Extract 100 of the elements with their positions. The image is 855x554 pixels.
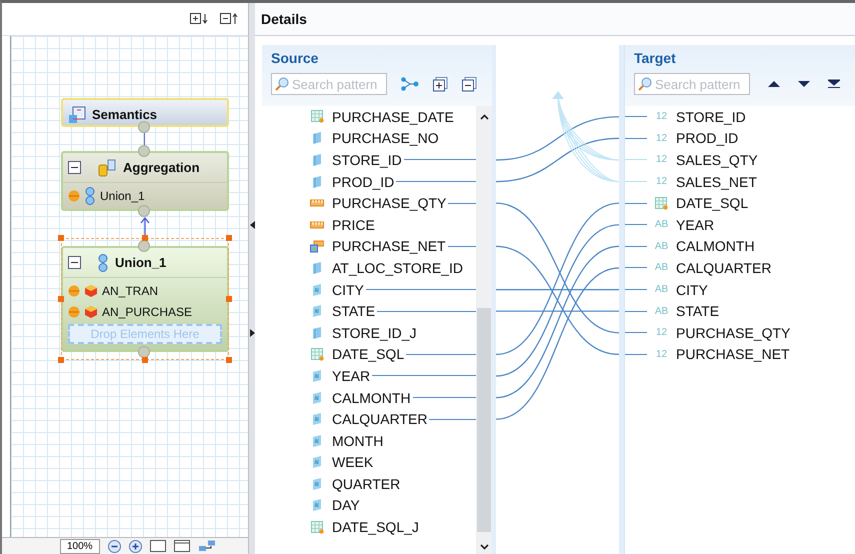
target-field[interactable]: PURCHASE_QTY (676, 324, 790, 341)
target-field[interactable]: SALES_NET (676, 174, 757, 190)
source-field[interactable]: STATE (332, 303, 376, 320)
data-type-label: AB (654, 219, 668, 230)
measure-icon (310, 199, 324, 208)
target-field[interactable]: STORE_ID (676, 108, 746, 125)
target-field[interactable]: PURCHASE_NET (676, 346, 790, 362)
source-field[interactable]: CALMONTH (332, 390, 411, 406)
input-port[interactable] (138, 145, 150, 157)
measure-icon (310, 220, 324, 229)
search-field[interactable]: Search pattern (271, 73, 387, 95)
source-field[interactable]: WEEK (332, 454, 374, 470)
source-field[interactable]: CITY (332, 282, 364, 298)
drop-arrow-icon (552, 91, 564, 99)
source-field[interactable]: DATE_SQL (332, 346, 404, 362)
connect-icon (401, 77, 419, 91)
cube-icon (84, 304, 98, 318)
source-field[interactable]: DATE_SQL_J (332, 519, 419, 536)
zoom-level-field[interactable]: 100% (60, 538, 100, 554)
union-icon (84, 186, 96, 204)
source-field[interactable]: PURCHASE_QTY (332, 195, 446, 212)
node-input-label[interactable]: AN_PURCHASE (102, 304, 192, 318)
calendar-icon (310, 348, 324, 361)
resize-handle[interactable] (226, 357, 232, 363)
source-field[interactable]: DAY (332, 497, 360, 514)
target-field[interactable]: STATE (676, 303, 720, 320)
target-field[interactable]: CALQUARTER (676, 260, 772, 276)
panel-title: Details (261, 11, 307, 27)
move-to-bottom-icon (828, 79, 840, 89)
output-port[interactable] (138, 205, 150, 217)
source-field[interactable]: QUARTER (332, 476, 400, 492)
expand-all-button[interactable] (433, 76, 448, 92)
mapping-line[interactable] (496, 116, 619, 161)
text-attribute-icon (311, 304, 323, 318)
resize-handle[interactable] (58, 357, 64, 363)
data-type-label: AB (654, 240, 668, 252)
source-field[interactable]: PURCHASE_NO (332, 130, 439, 146)
text-attribute-icon (311, 368, 323, 383)
output-port[interactable] (138, 121, 150, 133)
mapping-line[interactable] (496, 267, 619, 420)
calendar-icon (655, 196, 668, 210)
move-down-icon (798, 80, 810, 88)
scrollbar[interactable] (476, 106, 492, 554)
node-input-label[interactable]: AN_TRAN (102, 284, 158, 298)
mapping-line[interactable] (496, 224, 619, 377)
source-field[interactable]: PURCHASE_NET (332, 238, 446, 254)
data-type-label: 12 (656, 154, 668, 166)
node-card[interactable]: Aggregation Union_1 (61, 151, 229, 211)
resize-handle[interactable] (226, 235, 232, 241)
move-up-button[interactable] (768, 80, 780, 88)
resize-handle[interactable] (58, 235, 64, 241)
node-card[interactable]: Union_1 AN_TRAN AN_PURCHASE Drop Elements Here (61, 246, 229, 352)
source-field[interactable]: PURCHASE_DATE (332, 108, 454, 125)
source-field[interactable]: AT_LOC_STORE_ID (332, 260, 463, 276)
input-port[interactable] (138, 240, 150, 252)
cube-icon (84, 284, 98, 298)
status-dot-icon (68, 306, 80, 318)
target-field[interactable]: YEAR (676, 216, 714, 233)
node-card[interactable]: Semantics (61, 98, 229, 127)
mapping-line[interactable] (496, 246, 619, 355)
source-field[interactable]: YEAR (332, 368, 370, 384)
search-field[interactable]: Search pattern (634, 73, 750, 95)
semantics-icon (68, 106, 86, 124)
source-field[interactable]: STORE_ID_J (332, 324, 417, 341)
source-field[interactable]: MONTH (332, 432, 384, 449)
move-down-button[interactable] (798, 80, 810, 88)
section-title: Source (271, 50, 320, 66)
mapping-line[interactable] (496, 289, 619, 290)
calendar-icon (310, 520, 324, 534)
move-up-icon (768, 80, 780, 88)
source-field[interactable]: PROD_ID (332, 174, 394, 190)
resize-handle[interactable] (142, 357, 148, 363)
source-field[interactable]: STORE_ID (332, 152, 402, 168)
target-field[interactable]: CITY (676, 282, 708, 298)
collapse-toggle[interactable] (68, 161, 81, 174)
data-type-label: 12 (656, 132, 668, 144)
source-field[interactable]: CALQUARTER (332, 411, 428, 428)
target-field[interactable]: PROD_ID (676, 130, 738, 146)
mapping-line[interactable] (496, 138, 619, 182)
resize-handle[interactable] (226, 296, 232, 302)
mapping-line[interactable] (496, 310, 619, 312)
collapse-toggle[interactable] (68, 256, 81, 269)
data-type-label: AB (654, 262, 668, 274)
attribute-icon (311, 174, 323, 189)
mapping-button[interactable] (401, 77, 419, 91)
target-field[interactable]: DATE_SQL (676, 195, 748, 212)
aggregation-icon (97, 158, 117, 176)
mapping-line[interactable] (496, 246, 619, 398)
move-bottom-button[interactable] (828, 79, 840, 89)
node-title: Union_1 (115, 255, 166, 270)
attribute-icon (311, 260, 323, 275)
resize-handle[interactable] (58, 296, 64, 302)
collapse-all-button[interactable] (462, 76, 477, 92)
zoom-out-icon (108, 540, 121, 552)
source-field[interactable]: PRICE (332, 216, 375, 233)
target-field[interactable]: CALMONTH (676, 238, 755, 254)
expand-all-icon (190, 13, 208, 25)
node-input-label[interactable]: Union_1 (100, 188, 145, 202)
resize-handle[interactable] (142, 235, 148, 241)
target-field[interactable]: SALES_QTY (676, 152, 758, 168)
